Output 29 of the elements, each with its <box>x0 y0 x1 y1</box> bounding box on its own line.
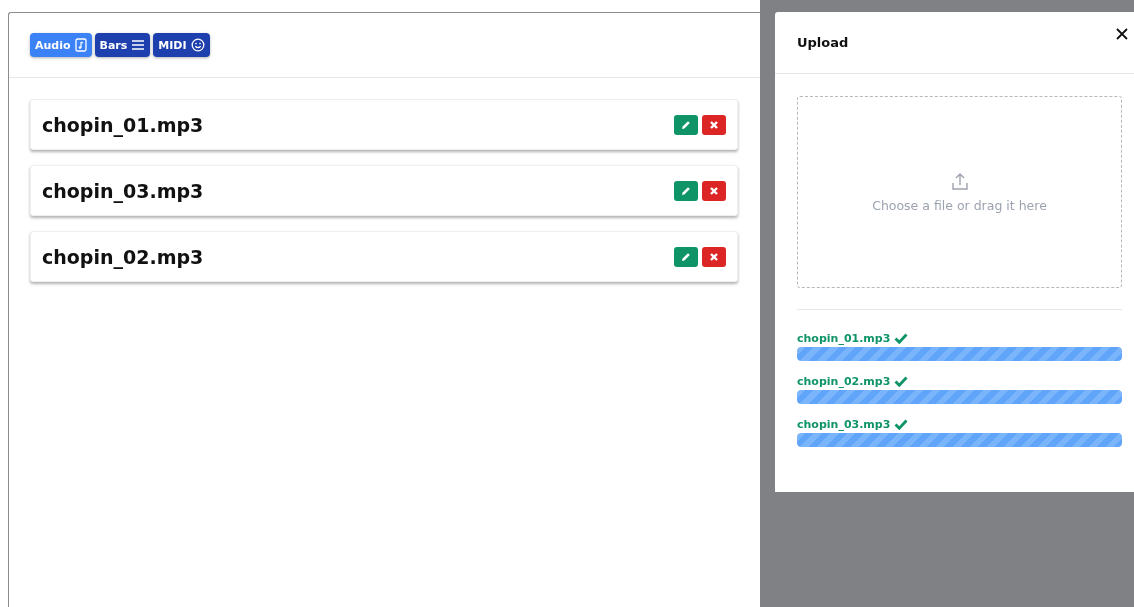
music-file-icon <box>74 38 87 52</box>
pencil-icon <box>681 251 691 262</box>
menu-icon <box>131 39 146 51</box>
edit-button[interactable] <box>674 180 698 201</box>
close-icon <box>709 251 719 262</box>
drop-zone-text: Choose a file or drag it here <box>872 197 1047 213</box>
file-name: chopin_03.mp3 <box>797 418 891 431</box>
panel-title: Upload <box>797 35 849 50</box>
pencil-icon <box>681 185 691 196</box>
delete-button[interactable] <box>702 246 726 267</box>
delete-button[interactable] <box>702 114 726 135</box>
edit-button[interactable] <box>674 246 698 267</box>
tab[interactable]: Bars <box>94 33 151 57</box>
pencil-icon <box>681 119 691 130</box>
close-button[interactable] <box>1114 26 1130 42</box>
close-icon <box>1116 28 1128 40</box>
edit-button[interactable] <box>674 114 698 135</box>
tab[interactable]: MIDI <box>153 33 210 57</box>
file-name: chopin_03.mp3 <box>42 179 205 202</box>
close-icon <box>709 119 719 130</box>
file-name: chopin_01.mp3 <box>42 113 205 136</box>
file-name: chopin_01.mp3 <box>797 332 891 345</box>
delete-button[interactable] <box>702 180 726 201</box>
file-name: chopin_02.mp3 <box>797 375 891 388</box>
face-icon <box>190 38 205 52</box>
file-name: chopin_02.mp3 <box>42 245 205 268</box>
close-icon <box>709 185 719 196</box>
upload-icon <box>949 171 970 192</box>
tab[interactable]: Audio <box>30 33 92 57</box>
